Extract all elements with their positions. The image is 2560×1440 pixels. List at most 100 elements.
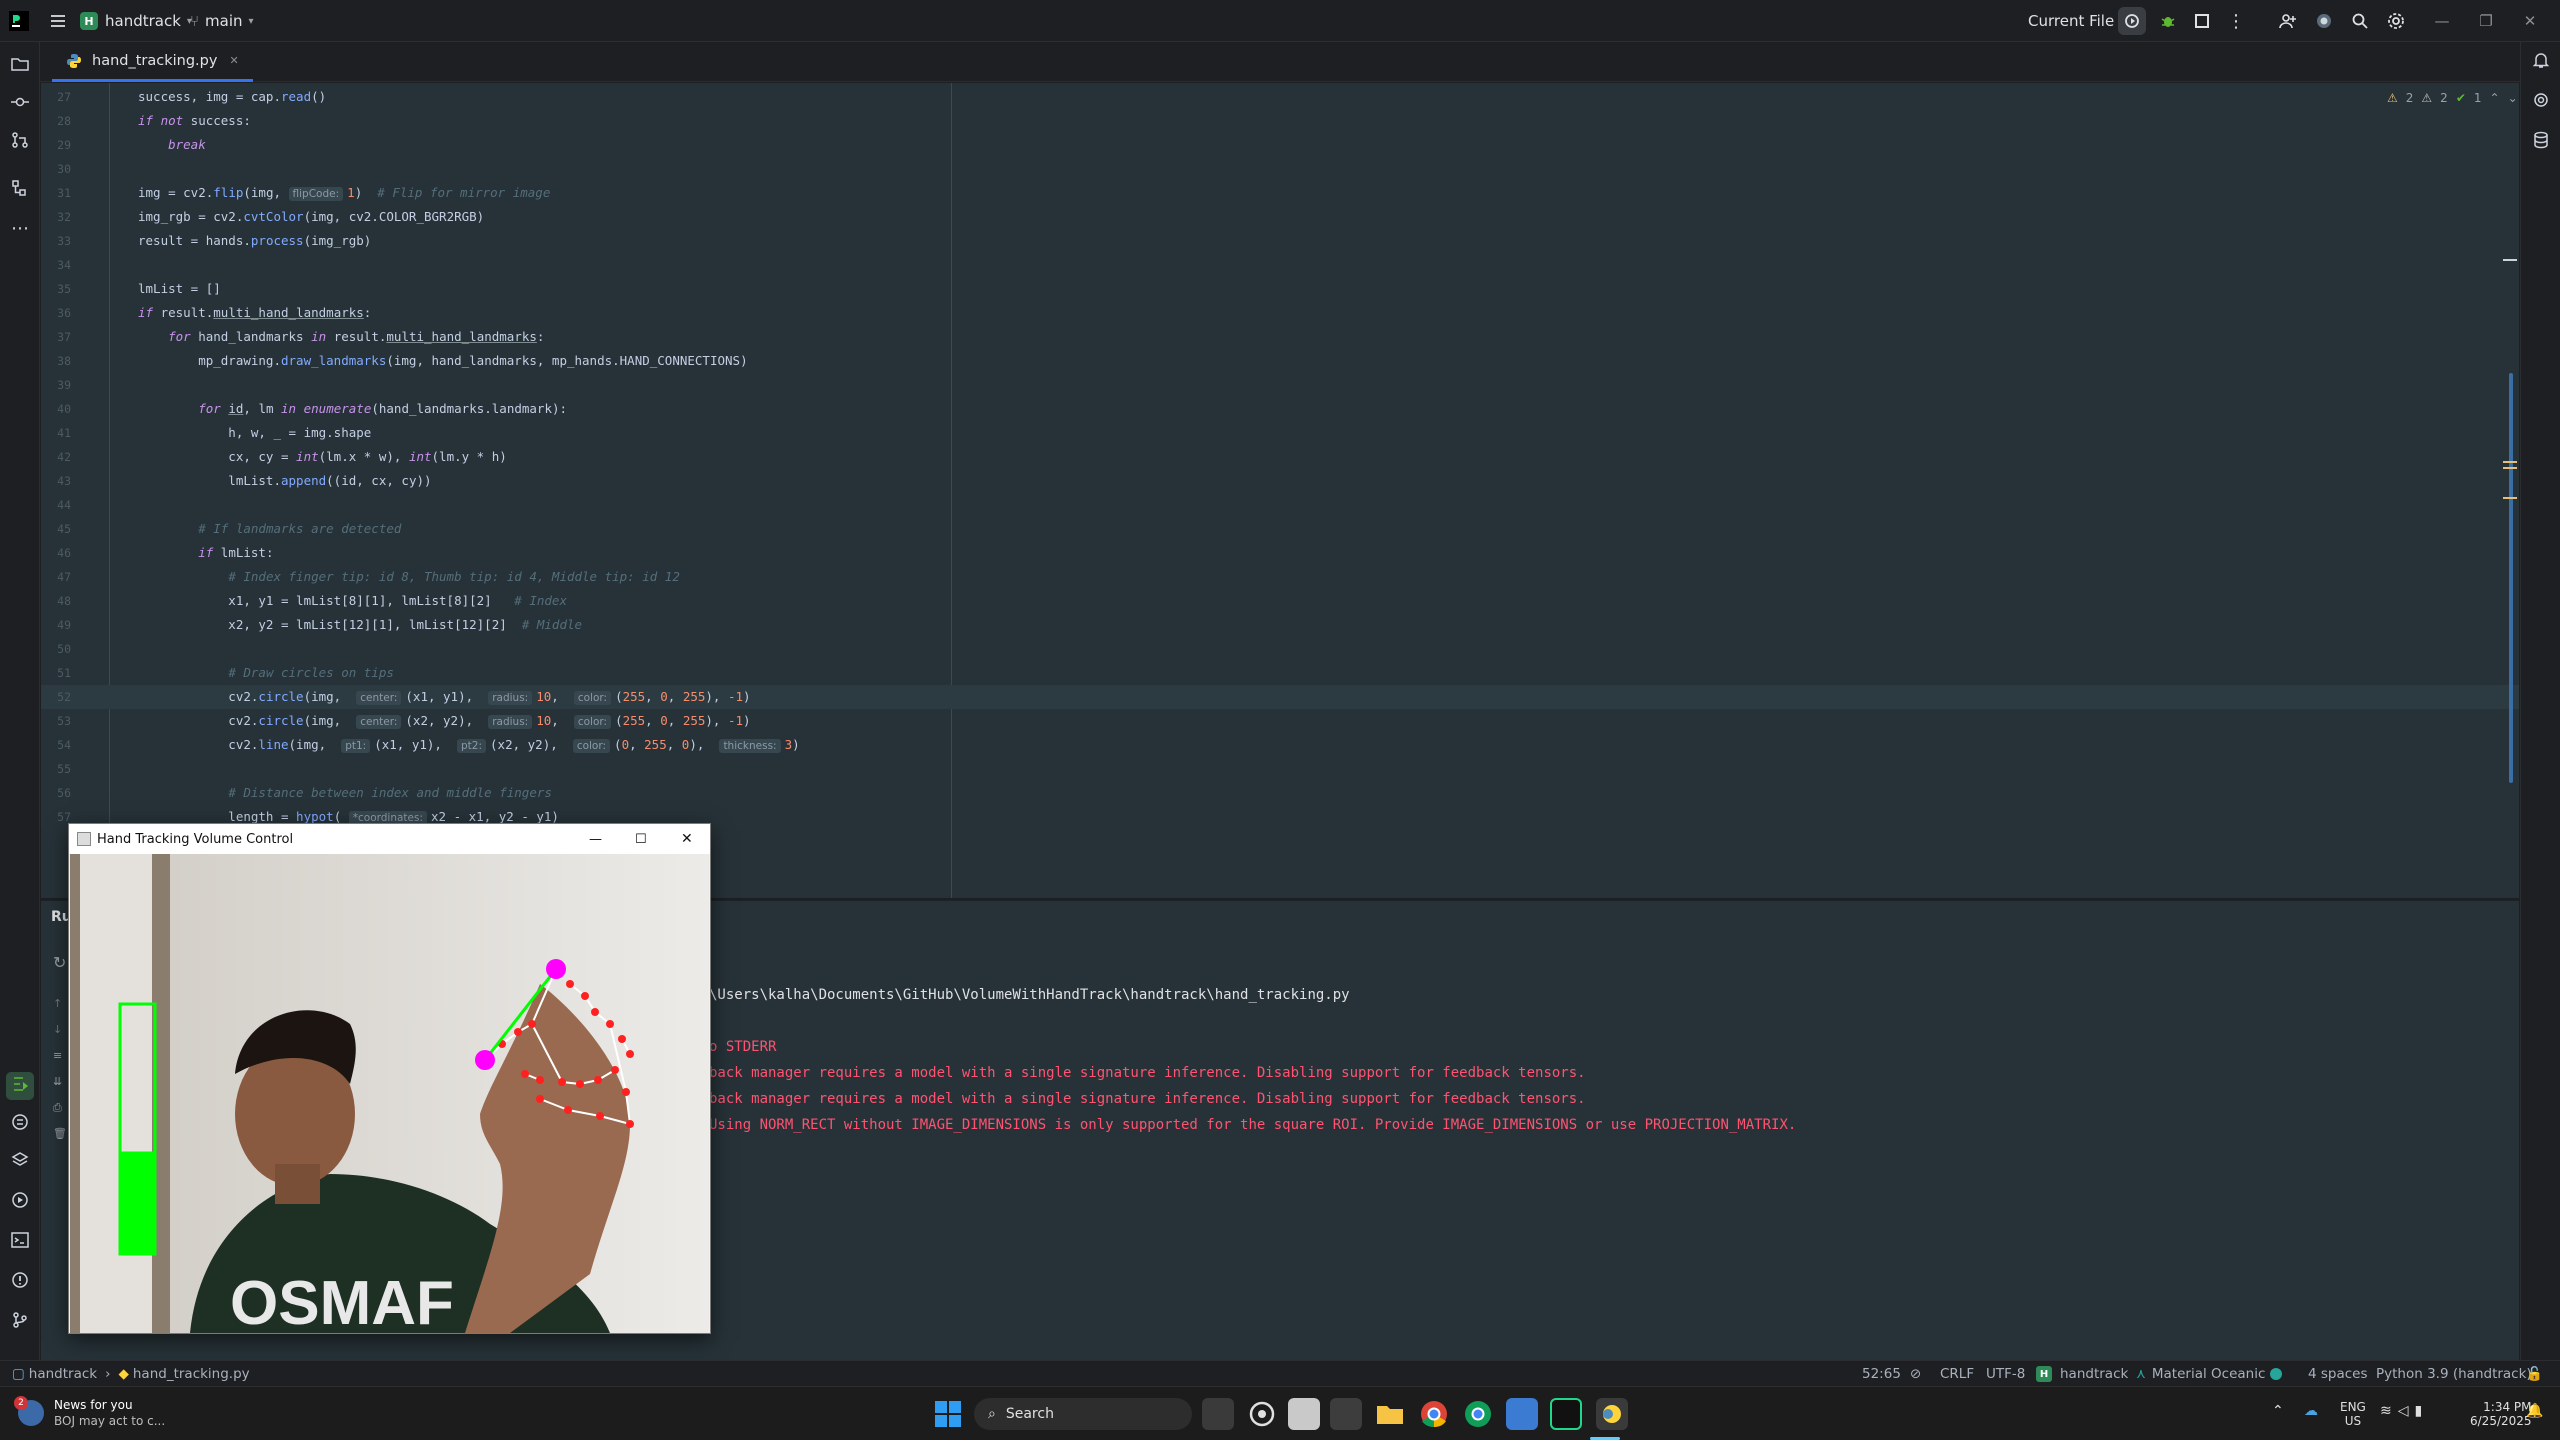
indent-setting[interactable]: 4 spaces — [2308, 1361, 2368, 1387]
ai-assistant-button[interactable] — [2310, 0, 2338, 42]
code-line[interactable]: 53 cv2.circle(img, center: (x2, y2), radi… — [41, 709, 2519, 733]
code-line[interactable]: 52 cv2.circle(img, center: (x1, y1), radi… — [41, 685, 2519, 709]
start-button[interactable] — [932, 1398, 964, 1430]
code-line[interactable]: 54 cv2.line(img, pt1: (x1, y1), pt2: (x2, … — [41, 733, 2519, 757]
close-button[interactable]: ✕ — [2516, 0, 2544, 42]
code-line[interactable]: 44 — [41, 493, 2519, 517]
maximize-button[interactable]: ❐ — [2472, 0, 2500, 42]
scroll-down-icon[interactable]: ↓ — [53, 1023, 62, 1036]
code-line[interactable]: 32 img_rgb = cv2.cvtColor(img, cv2.COLOR_… — [41, 205, 2519, 229]
language-indicator[interactable]: ENG US — [2340, 1400, 2366, 1428]
code-line[interactable]: 43 lmList.append((id, cx, cy)) — [41, 469, 2519, 493]
code-line[interactable]: 30 — [41, 157, 2519, 181]
theme-color-dot[interactable] — [2270, 1361, 2282, 1387]
commit-tool-button[interactable] — [6, 90, 34, 118]
code-editor[interactable]: 27 success, img = cap.read() 28 if not succ… — [41, 83, 2519, 898]
code-line[interactable]: 29 break — [41, 133, 2519, 157]
more-tools-button[interactable]: ⋯ — [6, 214, 34, 242]
code-line[interactable]: 42 cx, cy = int(lm.x * w), int(lm.y * h) — [41, 445, 2519, 469]
code-line[interactable]: 31 img = cv2.flip(img, flipCode: 1) # Flip… — [41, 181, 2519, 205]
run-tool-button[interactable] — [6, 1072, 34, 1100]
problems-tool-button[interactable] — [6, 1268, 34, 1296]
code-line[interactable]: 35 lmList = [] — [41, 277, 2519, 301]
system-tray[interactable]: ≋◁▮ — [2380, 1403, 2428, 1419]
branch-switcher[interactable]: ⑂ main ▾ — [190, 0, 254, 42]
close-tab-icon[interactable]: ✕ — [229, 54, 238, 67]
notifications-button[interactable] — [2527, 48, 2555, 76]
read-only-icon[interactable]: ⊘ — [1910, 1361, 1921, 1387]
code-line[interactable]: 56 # Distance between index and middle f… — [41, 781, 2519, 805]
code-line[interactable]: 46 if lmList: — [41, 541, 2519, 565]
project-tool-button[interactable] — [6, 52, 34, 80]
database-button[interactable] — [2527, 128, 2555, 156]
notification-center-icon[interactable]: 🔔 — [2526, 1403, 2543, 1419]
venv-indicator[interactable]: H handtrack — [2036, 1361, 2128, 1387]
close-icon[interactable]: ✕ — [681, 831, 693, 847]
chevron-up-icon[interactable]: ⌃ — [2272, 1403, 2284, 1419]
lock-icon[interactable]: 🔓 — [2526, 1361, 2543, 1387]
git-tool-button[interactable] — [6, 1308, 34, 1336]
scroll-to-end-icon[interactable]: ⇊ — [53, 1075, 62, 1088]
settings-button[interactable] — [2382, 0, 2410, 42]
theme-indicator[interactable]: ⋏ Material Oceanic — [2136, 1361, 2265, 1387]
code-line[interactable]: 50 — [41, 637, 2519, 661]
line-separator[interactable]: CRLF — [1940, 1361, 1974, 1387]
layers-tool-button[interactable] — [6, 1148, 34, 1176]
hand-tracking-window[interactable]: Hand Tracking Volume Control — ☐ ✕ OSMAF — [68, 823, 711, 1334]
breadcrumb-project[interactable]: handtrack — [29, 1366, 97, 1382]
code-line[interactable]: 27 success, img = cap.read() — [41, 85, 2519, 109]
code-line[interactable]: 51 # Draw circles on tips — [41, 661, 2519, 685]
code-line[interactable]: 49 x2, y2 = lmList[12][1], lmList[12][2]… — [41, 613, 2519, 637]
maximize-icon[interactable]: ☐ — [635, 832, 647, 847]
run-config-selector[interactable]: Current File ▾ — [2028, 0, 2125, 42]
pycharm-icon[interactable] — [1550, 1398, 1582, 1430]
code-line[interactable]: 41 h, w, _ = img.shape — [41, 421, 2519, 445]
file-encoding[interactable]: UTF-8 — [1986, 1361, 2025, 1387]
window-title-bar[interactable]: Hand Tracking Volume Control — ☐ ✕ — [69, 824, 710, 854]
scroll-up-icon[interactable]: ↑ — [53, 997, 62, 1010]
print-icon[interactable]: ⎙ — [53, 1101, 62, 1115]
news-widget[interactable]: 2 News for you BOJ may act to c... — [14, 1396, 165, 1429]
breadcrumb-file[interactable]: hand_tracking.py — [133, 1366, 250, 1382]
unity-icon[interactable] — [1330, 1398, 1362, 1430]
trash-icon[interactable]: 🗑 — [53, 1127, 67, 1140]
editor-scrollbar[interactable] — [2509, 373, 2513, 783]
code-line[interactable]: 38 mp_drawing.draw_landmarks(img, hand_l… — [41, 349, 2519, 373]
chatgpt-icon[interactable] — [1246, 1398, 1278, 1430]
python-interpreter[interactable]: Python 3.9 (handtrack) — [2376, 1361, 2532, 1387]
snipping-tool-icon[interactable] — [1288, 1398, 1320, 1430]
file-explorer-icon[interactable] — [1374, 1398, 1406, 1430]
code-line[interactable]: 28 if not success: — [41, 109, 2519, 133]
task-view-icon[interactable] — [1202, 1398, 1234, 1430]
code-line[interactable]: 47 # Index finger tip: id 8, Thumb tip: … — [41, 565, 2519, 589]
pull-requests-tool-button[interactable] — [6, 128, 34, 156]
chevron-down-icon[interactable]: ⌄ — [2508, 91, 2518, 105]
caret-position[interactable]: 52:65 — [1862, 1361, 1901, 1387]
taskbar-search[interactable]: ⌕ Search — [974, 1398, 1192, 1430]
chrome-profile-icon[interactable] — [1462, 1398, 1494, 1430]
clock[interactable]: 1:34 PM 6/25/2025 — [2470, 1400, 2532, 1428]
terminal-tool-button[interactable] — [6, 1228, 34, 1256]
structure-tool-button[interactable] — [6, 176, 34, 204]
ai-chat-button[interactable] — [2527, 88, 2555, 116]
search-everywhere-button[interactable] — [2346, 0, 2374, 42]
code-line[interactable]: 48 x1, y1 = lmList[8][1], lmList[8][2] #… — [41, 589, 2519, 613]
stop-button[interactable] — [2188, 0, 2216, 42]
code-line[interactable]: 33 result = hands.process(img_rgb) — [41, 229, 2519, 253]
run-button[interactable] — [2118, 0, 2146, 42]
code-line[interactable]: 55 — [41, 757, 2519, 781]
code-with-me-button[interactable] — [2274, 0, 2302, 42]
onedrive-icon[interactable]: ☁ — [2304, 1403, 2318, 1419]
chrome-icon[interactable] — [1418, 1398, 1450, 1430]
code-line[interactable]: 37 for hand_landmarks in result.multi_ha… — [41, 325, 2519, 349]
breadcrumb[interactable]: ▢ handtrack › ◆ hand_tracking.py — [12, 1361, 250, 1387]
project-switcher[interactable]: H handtrack ▾ — [80, 0, 192, 42]
minimize-icon[interactable]: — — [589, 832, 602, 847]
python-packages-tool-button[interactable] — [6, 1110, 34, 1138]
code-line[interactable]: 40 for id, lm in enumerate(hand_landmark… — [41, 397, 2519, 421]
code-line[interactable]: 36 if result.multi_hand_landmarks: — [41, 301, 2519, 325]
code-line[interactable]: 39 — [41, 373, 2519, 397]
inspection-widget[interactable]: ⚠ 2 ⚠ 2 ✔ 1 ⌃ ⌄ — [2387, 91, 2518, 105]
minimize-button[interactable]: — — [2428, 0, 2456, 42]
python-app-icon[interactable] — [1596, 1398, 1628, 1430]
